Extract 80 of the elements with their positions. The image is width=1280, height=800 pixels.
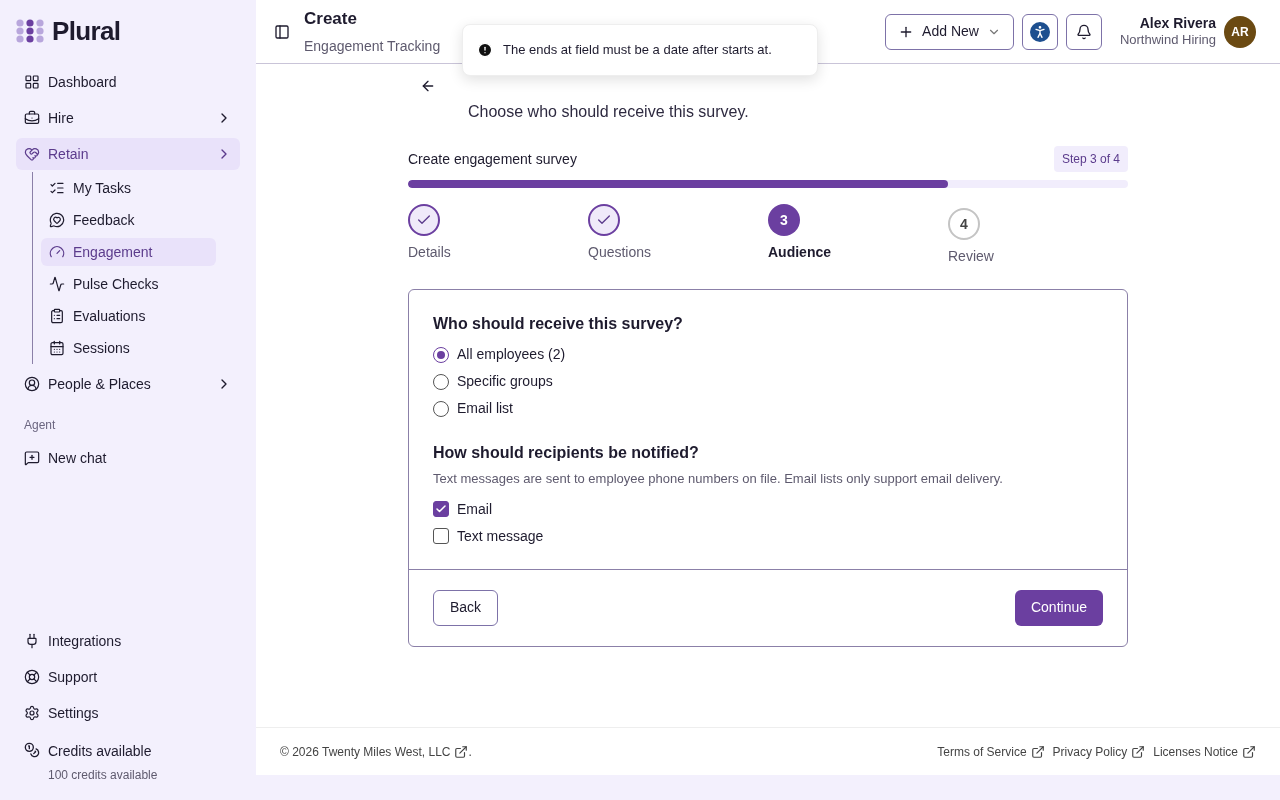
user-name: Alex Rivera	[1139, 14, 1216, 33]
sidebar-subitem[interactable]: Engagement	[41, 238, 216, 266]
footer-link[interactable]: Privacy Policy	[1052, 742, 1146, 761]
gauge-icon	[49, 244, 65, 260]
sidebar-item[interactable]: People & Places	[16, 368, 240, 400]
page-description: Choose who should receive this survey.	[468, 102, 749, 122]
external-link-icon	[1242, 744, 1256, 759]
pulse-icon	[49, 276, 65, 292]
checkbox-label: Text message	[457, 526, 544, 546]
accessibility-icon	[1029, 21, 1050, 42]
hint-text: Text messages are sent to employee phone numbers on file. Email lists only support email delivery.	[433, 470, 1004, 488]
step-number: 4	[948, 208, 980, 240]
footer-link[interactable]: Licenses Notice	[1153, 742, 1256, 761]
user-org: Northwind Hiring	[1119, 32, 1216, 49]
settings-icon	[24, 705, 40, 721]
grid-icon	[24, 74, 40, 90]
sidebar-subitem[interactable]: My Tasks	[41, 174, 216, 202]
page-title: Create	[304, 8, 358, 31]
back-arrow-icon[interactable]	[420, 78, 436, 94]
step-label: Details	[408, 243, 451, 262]
user-icon	[24, 376, 40, 392]
radio-label: Specific groups	[457, 372, 553, 391]
sidebar-item[interactable]: Dashboard	[16, 66, 240, 98]
sidebar-item[interactable]: Settings	[16, 697, 240, 729]
sidebar-item[interactable]: Support	[16, 661, 240, 693]
user-avatar[interactable]: AR	[1224, 15, 1256, 48]
plug-icon	[24, 633, 40, 649]
brand-name: Plural	[52, 18, 121, 44]
step-label: Audience	[768, 243, 831, 262]
sidebar-subitem[interactable]: Evaluations	[41, 302, 216, 330]
step-badge: Step 3 of 4	[1053, 146, 1128, 172]
add-new-button[interactable]: Add New	[885, 13, 1014, 50]
question-heading: How should recipients be notified?	[433, 443, 700, 463]
sidebar-subitem[interactable]: Pulse Checks	[41, 270, 216, 298]
check-icon	[435, 503, 447, 515]
wizard-title: Create engagement survey	[408, 149, 577, 169]
credits-detail: 100 credits available	[48, 767, 158, 784]
chat-bubble-icon	[49, 212, 65, 228]
sidebar-subitem[interactable]: Feedback	[41, 206, 216, 234]
clipboard-icon	[49, 308, 65, 324]
sidebar-item[interactable]: Hire	[16, 102, 240, 134]
step-label: Questions	[588, 243, 652, 262]
notifications-button[interactable]	[1065, 13, 1102, 50]
step-check-icon	[408, 204, 440, 236]
external-link-icon	[1030, 744, 1045, 759]
question-heading: Who should receive this survey?	[433, 314, 684, 334]
step-label: Review	[948, 247, 994, 266]
checklist-icon	[49, 180, 65, 196]
back-button[interactable]: Back	[433, 589, 499, 626]
credits-label: Credits available	[48, 742, 153, 761]
sidebar-subitem[interactable]: Sessions	[41, 334, 216, 362]
sidebar-toggle-icon[interactable]	[274, 23, 290, 40]
step-number: 3	[768, 204, 800, 236]
external-link-icon	[1131, 744, 1146, 759]
coins-icon	[24, 742, 40, 758]
bell-icon	[1075, 23, 1092, 40]
checkbox[interactable]	[433, 501, 449, 517]
radio-label: All employees (2)	[457, 345, 566, 364]
sidebar-item[interactable]: Integrations	[16, 625, 240, 657]
alert-icon	[477, 42, 493, 58]
checkbox-label: Email	[457, 499, 492, 519]
toast-message: The ends at field must be a date after starts at.	[503, 41, 772, 60]
accessibility-button[interactable]	[1021, 13, 1058, 50]
radio-label: Email list	[457, 399, 513, 418]
section-heading: Agent	[23, 417, 57, 434]
footer-link[interactable]: Terms of Service	[937, 742, 1045, 761]
lifebuoy-icon	[24, 669, 40, 685]
external-link-icon[interactable]	[454, 744, 469, 759]
sidebar-item[interactable]: Retain	[16, 138, 240, 170]
sidebar-item[interactable]: New chat	[16, 442, 240, 474]
calendar-icon	[49, 340, 65, 356]
checkbox[interactable]	[433, 528, 449, 544]
briefcase-icon	[24, 110, 40, 126]
step-check-icon	[588, 204, 620, 236]
new-chat-icon	[24, 450, 40, 466]
period-text: .	[468, 743, 472, 761]
continue-button[interactable]: Continue	[1014, 589, 1103, 626]
copyright-text: © 2026 Twenty Miles West, LLC	[280, 743, 451, 761]
page-subtitle: Engagement Tracking	[304, 36, 441, 56]
logo-icon	[16, 19, 44, 43]
